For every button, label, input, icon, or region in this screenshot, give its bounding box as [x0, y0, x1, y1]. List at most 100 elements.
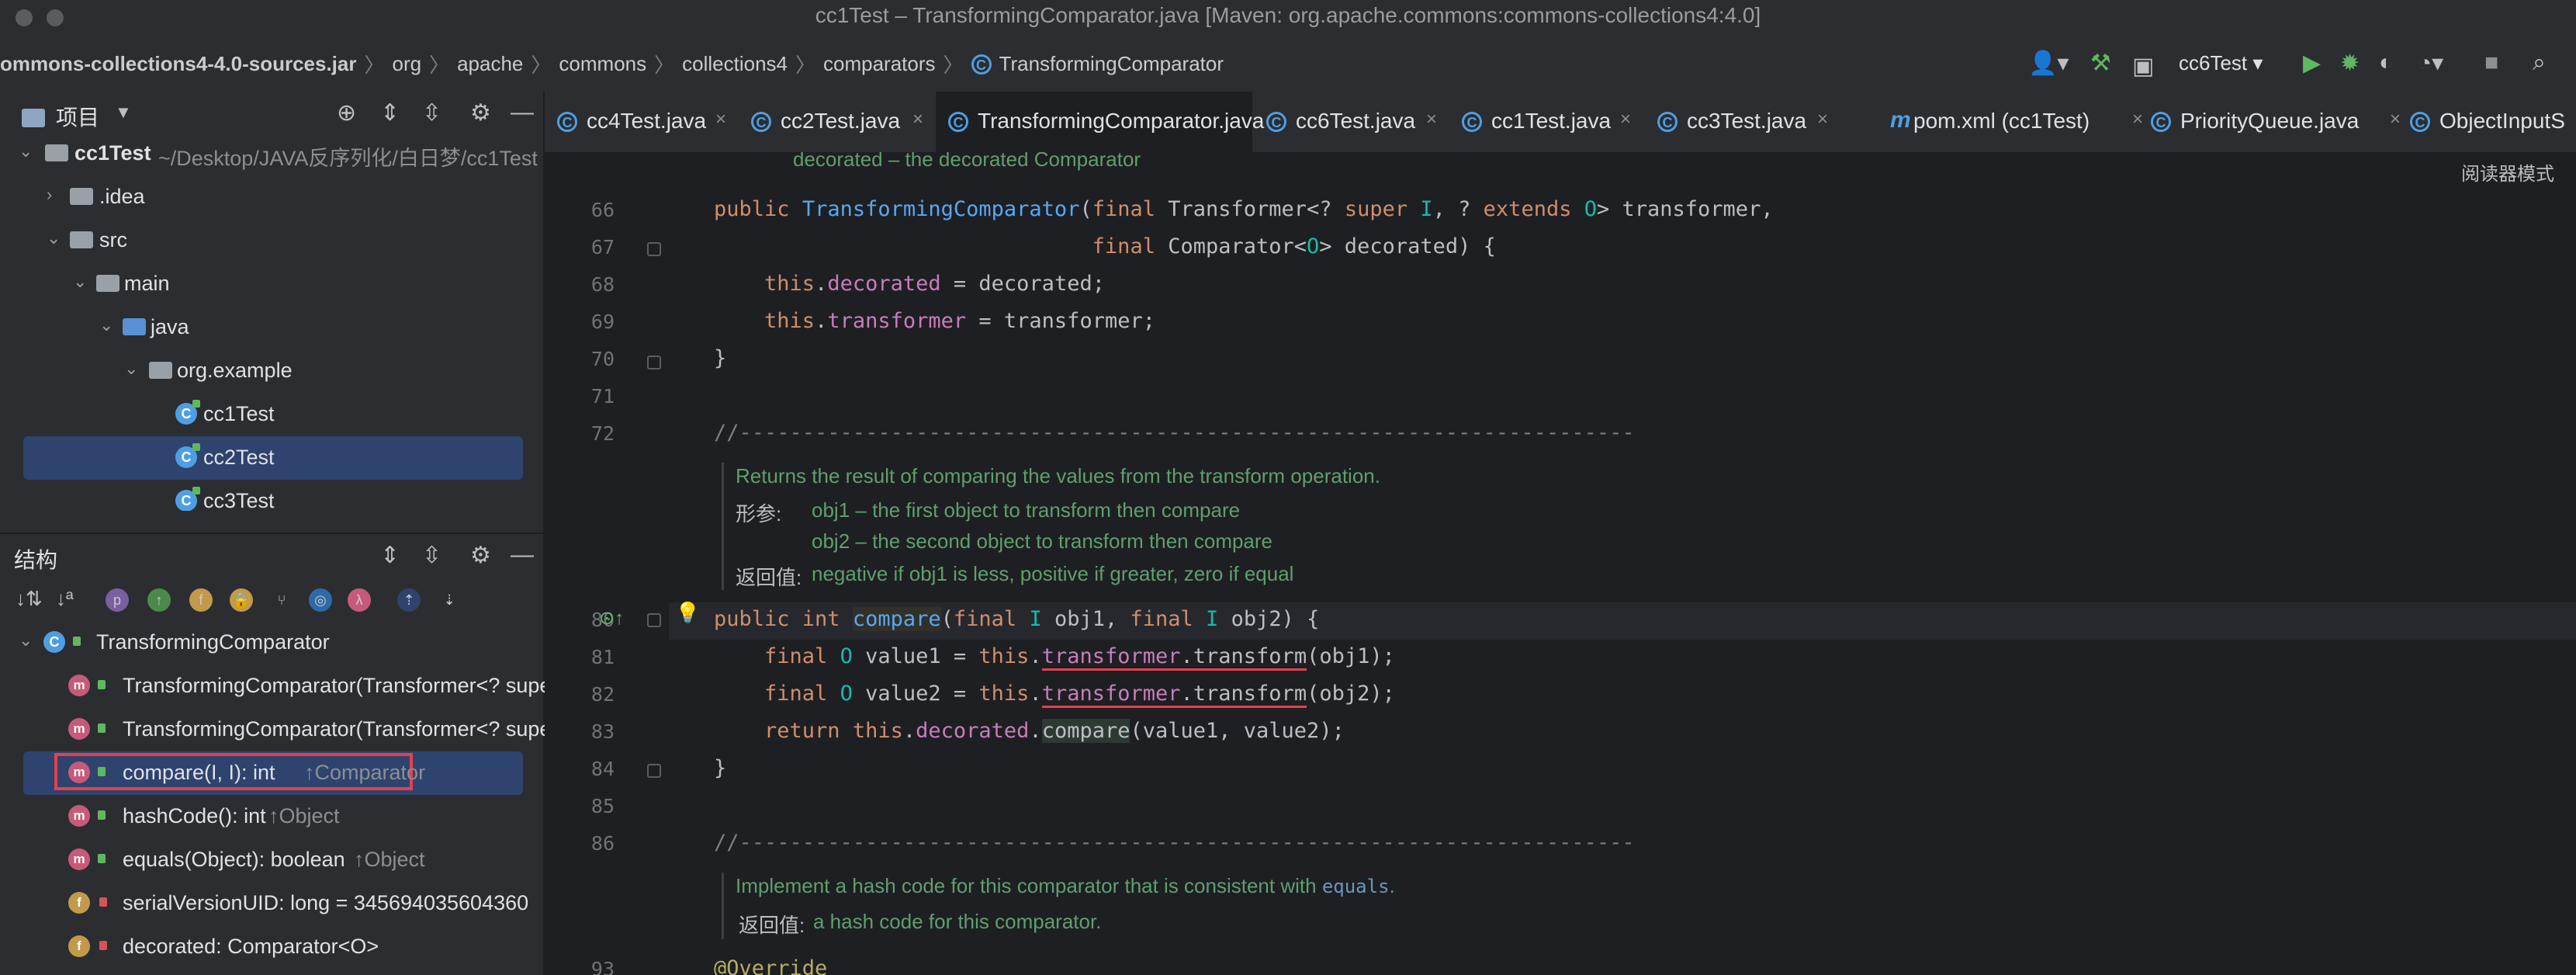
gear-icon[interactable]: ⚙: [470, 99, 491, 127]
search-icon[interactable]: ⌕: [2533, 50, 2546, 76]
tab-pom-xml[interactable]: m pom.xml (cc1Test) ×: [1879, 92, 2143, 152]
breadcrumb-collections4[interactable]: collections4: [682, 52, 788, 76]
show-lambdas-icon[interactable]: λ: [348, 588, 371, 612]
project-panel-title[interactable]: 项目: [56, 101, 99, 132]
breadcrumb-org[interactable]: org: [393, 52, 422, 76]
chevron-down-icon[interactable]: ⌄: [99, 315, 113, 335]
fold-icon[interactable]: [647, 356, 661, 370]
class-icon: C: [751, 112, 771, 132]
structure-member[interactable]: f decorated: Comparator<O>: [0, 925, 543, 969]
chevron-down-icon[interactable]: ⌄: [124, 359, 138, 379]
expand-all-icon[interactable]: ⇕: [380, 542, 400, 569]
navigate-to-source-icon[interactable]: ⇡: [397, 588, 421, 612]
chevron-down-icon[interactable]: ⌄: [73, 272, 87, 292]
tab-cc4test[interactable]: C cc4Test.java ×: [545, 92, 737, 152]
class-icon: C: [2410, 112, 2430, 132]
user-icon[interactable]: 👤▾: [2028, 50, 2069, 77]
tree-item-src[interactable]: ⌄ src: [0, 219, 543, 262]
close-icon[interactable]: ×: [715, 109, 726, 130]
fold-icon[interactable]: [647, 764, 661, 778]
reader-mode-toggle[interactable]: 阅读器模式: [2461, 158, 2554, 186]
tab-cc6test[interactable]: C cc6Test.java ×: [1254, 92, 1448, 152]
tree-item-cc2test[interactable]: C cc2Test: [23, 436, 523, 480]
show-inherited-icon[interactable]: ↑: [147, 588, 171, 612]
structure-member[interactable]: m equals(Object): boolean ↑Object: [0, 838, 543, 882]
close-icon[interactable]: ×: [1817, 109, 1828, 130]
doc-bar: [722, 873, 724, 939]
structure-class[interactable]: ⌄ C TransformingComparator: [0, 621, 543, 664]
tab-priorityqueue[interactable]: C PriorityQueue.java ×: [2138, 92, 2401, 152]
chevron-down-icon[interactable]: ⌄: [19, 630, 33, 651]
tree-item-package[interactable]: ⌄ org.example: [0, 349, 543, 393]
chevron-down-icon[interactable]: ⌄: [47, 228, 61, 248]
tab-transformingcomparator[interactable]: C TransformingComparator.java: [936, 92, 1264, 155]
tab-label: ObjectInputS: [2439, 109, 2565, 133]
tree-item-label: src: [99, 228, 127, 252]
debug-icon[interactable]: ✹: [2340, 50, 2360, 77]
show-interfaces-icon[interactable]: ◎: [309, 588, 332, 612]
sort-alphabetically-icon[interactable]: ↓ª: [56, 587, 74, 611]
tree-item-cc3test[interactable]: C cc3Test: [0, 480, 543, 511]
structure-member[interactable]: m TransformingComparator(Transformer<? s…: [0, 664, 551, 708]
breadcrumb-apache[interactable]: apache: [457, 52, 523, 76]
tab-objectinputstream[interactable]: C ObjectInputS: [2398, 92, 2576, 152]
tab-cc3test[interactable]: C cc3Test.java ×: [1645, 92, 1839, 152]
tab-cc1test[interactable]: C cc1Test.java ×: [1449, 92, 1643, 152]
gear-icon[interactable]: ⚙: [470, 542, 491, 569]
breadcrumb-commons[interactable]: commons: [559, 52, 646, 76]
lightbulb-icon[interactable]: 💡: [675, 601, 700, 625]
code-line-81: final O value1 = this.transformer.transf…: [714, 644, 1395, 671]
hide-panel-icon[interactable]: —: [511, 542, 534, 568]
fold-icon[interactable]: [647, 613, 661, 627]
public-lock-icon: [98, 680, 106, 689]
chevron-down-icon[interactable]: ▼: [115, 102, 132, 123]
line-number: 84: [590, 758, 615, 780]
implements-marker-icon[interactable]: ⊙↑: [599, 607, 624, 630]
expand-all-icon[interactable]: ⇕: [380, 99, 400, 127]
doc-param1: obj1 – the first object to transform the…: [812, 498, 1241, 522]
run-icon[interactable]: ▶: [2303, 50, 2321, 77]
member-origin: ↑Object: [268, 804, 340, 828]
hide-panel-icon[interactable]: —: [511, 99, 534, 126]
chevron-right-icon[interactable]: ›: [47, 185, 52, 205]
breadcrumb-comparators[interactable]: comparators: [823, 52, 936, 76]
tree-item-cc1test[interactable]: C cc1Test: [0, 393, 543, 436]
collapse-all-icon[interactable]: ⇳: [422, 99, 441, 127]
code-editor[interactable]: 阅读器模式 decorated – the decorated Comparat…: [545, 152, 2576, 975]
breadcrumb-class[interactable]: TransformingComparator: [999, 52, 1224, 76]
code-line-67: final Comparator<O> decorated) {: [1092, 234, 1496, 258]
close-icon[interactable]: ×: [1620, 109, 1631, 130]
sort-by-type-icon[interactable]: ↓⇅: [16, 587, 43, 611]
breadcrumb-jar[interactable]: ommons-collections4-4.0-sources.jar: [0, 52, 356, 76]
tree-item-root[interactable]: ⌄ cc1Test ~/Desktop/JAVA反序列化/白日梦/cc1Test: [0, 132, 543, 175]
left-tool-window: 项目 ▼ ⊕ ⇕ ⇳ ⚙ — ⌄ cc1Test ~/Desktop/JAVA反…: [0, 92, 551, 975]
tree-item-main[interactable]: ⌄ main: [0, 262, 543, 306]
tab-cc2test[interactable]: C cc2Test.java ×: [739, 92, 934, 152]
show-non-public-icon[interactable]: 🔒: [230, 588, 253, 612]
tree-item-idea[interactable]: › .idea: [0, 175, 543, 219]
chevron-down-icon[interactable]: ⌄: [19, 141, 33, 161]
profile-icon[interactable]: ◔▾: [2418, 50, 2443, 77]
coverage-icon[interactable]: ◐: [2379, 50, 2393, 76]
fold-icon[interactable]: [647, 242, 661, 256]
navigate-from-source-icon[interactable]: ⇣: [438, 588, 461, 612]
close-icon[interactable]: ×: [912, 109, 923, 130]
stop-icon[interactable]: ■: [2484, 50, 2498, 76]
field-icon: f: [68, 935, 90, 957]
run-config-select[interactable]: cc6Test ▾: [2179, 51, 2263, 75]
show-anonymous-icon[interactable]: ⑂: [270, 588, 293, 612]
show-fields-icon[interactable]: f: [189, 588, 213, 612]
structure-member-selected[interactable]: m compare(I, I): int ↑Comparator: [23, 751, 523, 795]
locate-icon[interactable]: ⊕: [337, 99, 356, 127]
root-name: cc1Test: [74, 141, 151, 165]
collapse-all-icon[interactable]: ⇳: [422, 542, 441, 569]
show-properties-icon[interactable]: p: [106, 588, 129, 612]
build-hammer-icon[interactable]: ⚒: [2090, 50, 2111, 77]
tree-item-java[interactable]: ⌄ java: [0, 306, 543, 349]
structure-member[interactable]: m hashCode(): int ↑Object: [0, 795, 543, 838]
tree-item-label: org.example: [177, 359, 293, 382]
structure-member[interactable]: m TransformingComparator(Transformer<? s…: [0, 708, 551, 751]
structure-member[interactable]: f serialVersionUID: long = 3456940356043…: [0, 882, 543, 925]
close-icon[interactable]: ×: [1426, 109, 1437, 130]
member-label: equals(Object): boolean: [123, 848, 345, 871]
